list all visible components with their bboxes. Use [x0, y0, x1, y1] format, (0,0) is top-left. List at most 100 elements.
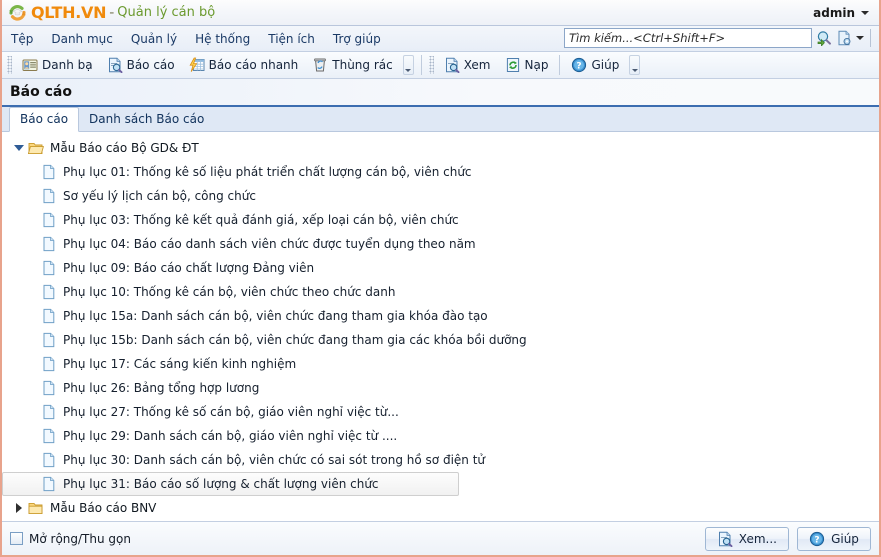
tree-item-phu-luc-15a[interactable]: Phụ lục 15a: Danh sách cán bộ, viên chức… [2, 304, 879, 328]
menu-danh-muc[interactable]: Danh mục [42, 29, 122, 49]
search-input[interactable] [564, 28, 812, 48]
tree-item-label: Phụ lục 10: Thống kê cán bộ, viên chức t… [63, 285, 395, 299]
toolbar-bao-cao-nhanh[interactable]: Báo cáo nhanh [182, 54, 306, 76]
document-icon [41, 284, 57, 300]
tree-item-phu-luc-30[interactable]: Phụ lục 30: Danh sách cán bộ, viên chức … [2, 448, 879, 472]
toolbar-thung-rac[interactable]: Thùng rác [305, 54, 399, 76]
tree-item-phu-luc-15b[interactable]: Phụ lục 15b: Danh sách cán bộ, viên chức… [2, 328, 879, 352]
tree-node-root-gddt[interactable]: Mẫu Báo cáo Bộ GD& ĐT [2, 136, 879, 160]
preview-magnifier-icon [444, 57, 460, 73]
toolbar-nap-label: Nạp [525, 58, 549, 72]
toolbar-danh-ba[interactable]: Danh bạ [15, 54, 100, 76]
chevron-down-icon[interactable] [861, 11, 869, 15]
user-name-label: admin [813, 6, 855, 20]
expand-collapse-triangle-icon[interactable] [13, 502, 25, 514]
folder-closed-icon [28, 500, 44, 516]
toolbar-xem-label: Xem [464, 58, 491, 72]
svg-text:?: ? [577, 62, 582, 72]
brand-subtitle: Quản lý cán bộ [117, 5, 215, 20]
tree-item-phu-luc-04[interactable]: Phụ lục 04: Báo cáo danh sách viên chức … [2, 232, 879, 256]
toolbar-giup[interactable]: ? Giúp [564, 54, 626, 76]
tree-node-root-bnv[interactable]: Mẫu Báo cáo BNV [2, 496, 879, 520]
footer-giup-label: Giúp [831, 532, 859, 546]
document-gear-icon[interactable] [836, 30, 852, 46]
search-area [564, 28, 873, 48]
tree-item-label: Phụ lục 09: Báo cáo chất lượng Đảng viên [63, 261, 314, 275]
tree-item-label: Phụ lục 15a: Danh sách cán bộ, viên chức… [63, 309, 488, 323]
document-icon [41, 476, 57, 492]
toolbar-nap[interactable]: Nạp [498, 54, 556, 76]
toolbar-xem[interactable]: Xem [437, 54, 498, 76]
folder-open-icon [28, 140, 44, 156]
document-icon [41, 212, 57, 228]
tree-item-phu-luc-27[interactable]: Phụ lục 27: Thống kê số cán bộ, giáo viê… [2, 400, 879, 424]
tree-item-phu-luc-29[interactable]: Phụ lục 29: Danh sách cán bộ, giáo viên … [2, 424, 879, 448]
footer-bar: Mở rộng/Thu gọn Xem... [2, 521, 879, 555]
page-title: Báo cáo [10, 84, 72, 100]
menu-tro-giup[interactable]: Trợ giúp [324, 29, 390, 49]
menu-tep[interactable]: Tệp [2, 29, 42, 49]
document-icon [41, 332, 57, 348]
toolbar-group2-overflow-button[interactable] [629, 55, 640, 75]
svg-text:?: ? [814, 535, 819, 545]
footer-actions: Xem... ? Giúp [705, 527, 871, 551]
toolbar-grip-handle-2[interactable] [429, 56, 434, 74]
toolbar-group-divider [421, 55, 422, 75]
menu-quan-ly[interactable]: Quản lý [122, 29, 186, 49]
preview-magnifier-icon [717, 531, 733, 547]
toolbar-group-divider-2 [559, 55, 560, 75]
search-go-icon[interactable] [816, 30, 832, 46]
toolbar-bao-cao-label: Báo cáo [127, 58, 175, 72]
footer-giup-button[interactable]: ? Giúp [797, 527, 871, 551]
tree-item-phu-luc-31[interactable]: Phụ lục 31: Báo cáo số lượng & chất lượn… [2, 472, 459, 496]
tab-danh-sach-bao-cao[interactable]: Danh sách Báo cáo [79, 108, 214, 131]
expand-collapse-toggle[interactable]: Mở rộng/Thu gọn [10, 532, 131, 546]
tree-item-so-yeu-ly-lich[interactable]: Sơ yếu lý lịch cán bộ, công chức [2, 184, 879, 208]
menu-tien-ich[interactable]: Tiện ích [259, 29, 324, 49]
toolbar-group1-overflow-button[interactable] [403, 55, 414, 75]
refresh-icon [505, 57, 521, 73]
footer-xem-label: Xem... [739, 532, 777, 546]
toolbar-thung-rac-label: Thùng rác [332, 58, 392, 72]
expand-collapse-triangle-icon[interactable] [13, 142, 25, 154]
report-tree[interactable]: Mẫu Báo cáo Bộ GD& ĐT Phụ lục 01: Thống … [2, 132, 879, 521]
tree-node-label: Mẫu Báo cáo Bộ GD& ĐT [50, 141, 199, 155]
recycle-bin-icon [312, 57, 328, 73]
document-icon [41, 164, 57, 180]
contact-card-icon [22, 57, 38, 73]
page-header: Báo cáo [2, 79, 879, 107]
toolbar-grip-handle[interactable] [7, 56, 12, 74]
expand-collapse-checkbox[interactable] [10, 532, 23, 545]
tree-item-phu-luc-26[interactable]: Phụ lục 26: Bảng tổng hợp lương [2, 376, 879, 400]
toolbar-bao-cao-nhanh-label: Báo cáo nhanh [209, 58, 299, 72]
document-icon [41, 308, 57, 324]
tree-item-phu-luc-03[interactable]: Phụ lục 03: Thống kê kết quả đánh giá, x… [2, 208, 879, 232]
menu-bar: Tệp Danh mục Quản lý Hệ thống Tiện ích T… [2, 26, 879, 52]
toolbar-bao-cao[interactable]: Báo cáo [100, 54, 182, 76]
toolbar-divider [870, 29, 871, 47]
tree-item-label: Phụ lục 31: Báo cáo số lượng & chất lượn… [63, 477, 379, 491]
report-magnifier-icon [107, 57, 123, 73]
footer-xem-button[interactable]: Xem... [705, 527, 789, 551]
tab-bao-cao[interactable]: Báo cáo [9, 107, 79, 132]
help-question-icon: ? [571, 57, 587, 73]
document-icon [41, 356, 57, 372]
help-question-icon: ? [809, 531, 825, 547]
search-options-chevron-down-icon[interactable] [856, 36, 864, 40]
tree-item-phu-luc-09[interactable]: Phụ lục 09: Báo cáo chất lượng Đảng viên [2, 256, 879, 280]
user-menu[interactable]: admin [813, 0, 869, 26]
toolbar-danh-ba-label: Danh bạ [42, 58, 93, 72]
document-icon [41, 428, 57, 444]
tree-item-phu-luc-10[interactable]: Phụ lục 10: Thống kê cán bộ, viên chức t… [2, 280, 879, 304]
main-toolbar: Danh bạ Báo cáo [2, 52, 879, 79]
application-window: QLTH.VN - Quản lý cán bộ admin Tệp Danh … [0, 0, 881, 557]
tree-item-label: Phụ lục 26: Bảng tổng hợp lương [63, 381, 259, 395]
toolbar-giup-label: Giúp [591, 58, 619, 72]
tree-item-label: Phụ lục 04: Báo cáo danh sách viên chức … [63, 237, 476, 251]
tree-item-label: Sơ yếu lý lịch cán bộ, công chức [63, 189, 256, 203]
tree-item-phu-luc-17[interactable]: Phụ lục 17: Các sáng kiến kinh nghiệm [2, 352, 879, 376]
menu-he-thong[interactable]: Hệ thống [186, 29, 259, 49]
tree-item-label: Phụ lục 30: Danh sách cán bộ, viên chức … [63, 453, 485, 467]
tree-item-phu-luc-01[interactable]: Phụ lục 01: Thống kê số liệu phát triển … [2, 160, 879, 184]
tree-item-label: Phụ lục 17: Các sáng kiến kinh nghiệm [63, 357, 296, 371]
